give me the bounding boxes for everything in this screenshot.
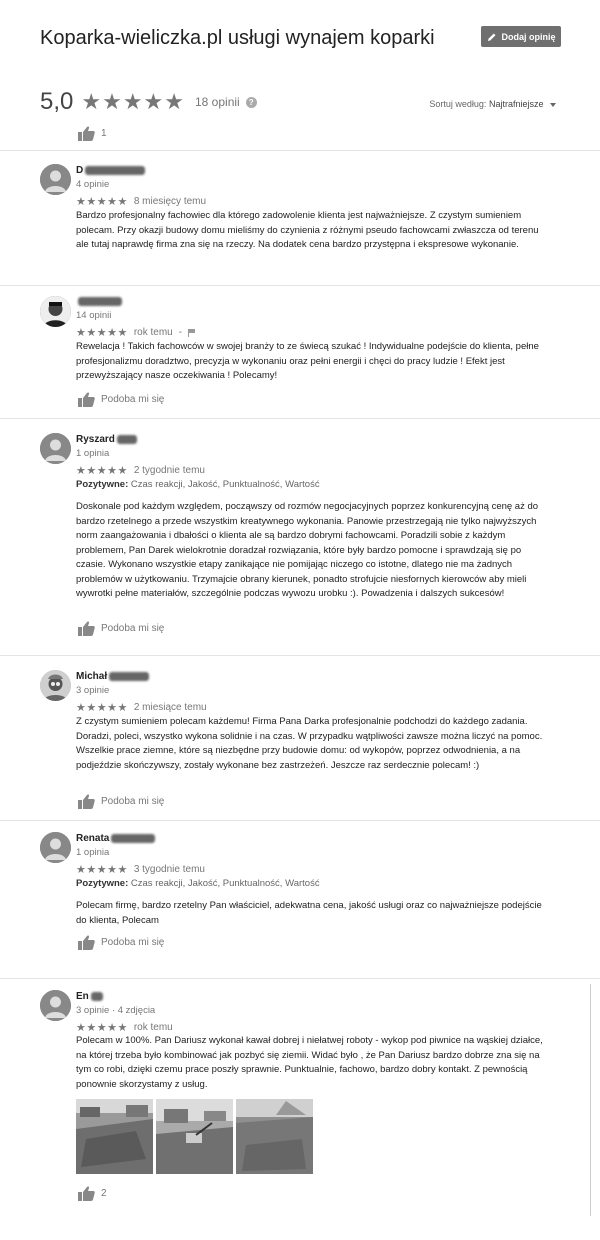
pencil-icon: [487, 33, 495, 41]
like-count: 2: [101, 1188, 107, 1199]
user-photo-icon: [40, 296, 71, 327]
avatar[interactable]: [40, 433, 71, 464]
review-text: Doskonale pod każdym względem, począwszy…: [76, 501, 539, 599]
divider: [0, 978, 600, 979]
redacted-name: [78, 296, 122, 306]
scrollbar-edge: [590, 984, 591, 1216]
user-silhouette-icon: [40, 164, 71, 195]
review-count: 18 opinii: [195, 95, 240, 109]
review-stars: ★★★★★: [76, 1022, 128, 1034]
like-button[interactable]: 1: [78, 126, 107, 141]
redacted-name: [109, 671, 150, 681]
avatar[interactable]: [40, 670, 71, 701]
like-button[interactable]: Podoba mi się: [78, 935, 164, 950]
reviewer-meta: 3 opinie · 4 zdjęcia: [76, 1005, 156, 1016]
review-rating: ★★★★★ 3 tygodnie temu: [76, 863, 205, 876]
like-label: Podoba mi się: [101, 937, 165, 948]
thumbs-up-icon: [78, 621, 95, 636]
divider: [0, 418, 600, 419]
review-stars: ★★★★★: [76, 327, 128, 339]
review-photo[interactable]: [236, 1099, 313, 1174]
sort-value: Najtrafniejsze: [488, 99, 544, 109]
rating-stars: ★★★★★: [81, 89, 185, 114]
add-review-button[interactable]: Dodaj opinię: [481, 26, 561, 47]
redacted-name: [90, 991, 103, 1001]
reviewer-meta: 1 opinia: [76, 847, 110, 858]
add-review-label: Dodaj opinię: [501, 31, 556, 42]
thumbs-up-icon: [78, 794, 95, 809]
reviewer-name[interactable]: Ryszard: [76, 434, 137, 445]
avatar[interactable]: [40, 164, 71, 195]
review-time: rok temu: [133, 327, 173, 338]
reviewer-meta: 1 opinia: [76, 448, 110, 459]
review-text: Z czystym sumieniem polecam każdemu! Fir…: [76, 716, 543, 771]
review-time: 3 tygodnie temu: [133, 864, 205, 875]
reviewer-meta: 3 opinie: [76, 685, 110, 696]
chevron-down-icon: [550, 102, 556, 107]
thumbs-up-icon: [78, 935, 95, 950]
divider: [0, 150, 600, 151]
review-rating: ★★★★★ 8 miesięcy temu: [76, 195, 206, 208]
user-silhouette-icon: [40, 990, 71, 1021]
review-text: Polecam firmę, bardzo rzetelny Pan właśc…: [76, 900, 542, 926]
like-button[interactable]: 2: [78, 1186, 107, 1201]
review-text: Bardzo profesjonalny fachowiec dla które…: [76, 210, 539, 250]
redacted-name: [116, 434, 137, 444]
reviewer-meta: 14 opinii: [76, 310, 112, 321]
avatar[interactable]: [40, 296, 71, 327]
reviewer-name[interactable]: D: [76, 165, 146, 176]
thumbs-up-icon: [78, 126, 95, 141]
like-label: Podoba mi się: [101, 394, 165, 405]
review-time: 8 miesięcy temu: [133, 196, 207, 207]
review-stars: ★★★★★: [76, 465, 128, 477]
like-label: Podoba mi się: [101, 796, 165, 807]
reviewer-meta: 4 opinie: [76, 179, 110, 190]
reviewer-name[interactable]: Renata: [76, 833, 156, 844]
review-time: rok temu: [133, 1022, 173, 1033]
like-count: 1: [101, 128, 107, 139]
divider: [0, 285, 600, 286]
review-stars: ★★★★★: [76, 702, 128, 714]
reviewer-name[interactable]: En: [76, 991, 103, 1002]
like-button[interactable]: Podoba mi się: [78, 621, 164, 636]
review-photos: [76, 1099, 313, 1174]
average-rating: 5,0: [40, 88, 74, 115]
like-label: Podoba mi się: [101, 623, 165, 634]
review-rating: ★★★★★ 2 miesiące temu: [76, 701, 207, 714]
thumbs-up-icon: [78, 1186, 95, 1201]
reviewer-name[interactable]: Michał: [76, 671, 150, 682]
positive-attributes: Pozytywne: Czas reakcji, Jakość, Punktua…: [76, 878, 320, 889]
info-icon[interactable]: ?: [245, 96, 257, 108]
reviewer-name[interactable]: [76, 296, 122, 307]
review-time: 2 tygodnie temu: [133, 465, 205, 476]
review-photo[interactable]: [156, 1099, 233, 1174]
avatar[interactable]: [40, 832, 71, 863]
like-button[interactable]: Podoba mi się: [78, 392, 164, 407]
review-stars: ★★★★★: [76, 864, 128, 876]
user-silhouette-icon: [40, 433, 71, 464]
page-title: Koparka-wieliczka.pl usługi wynajem kopa…: [40, 27, 435, 49]
review-stars: ★★★★★: [76, 196, 128, 208]
sort-label: Sortuj według:: [429, 99, 487, 109]
positive-attributes: Pozytywne: Czas reakcji, Jakość, Punktua…: [76, 479, 320, 490]
review-text: Rewelacja ! Takich fachowców w swojej br…: [76, 341, 539, 381]
divider: [0, 655, 600, 656]
flag-icon[interactable]: [188, 328, 196, 337]
like-button[interactable]: Podoba mi się: [78, 794, 164, 809]
divider: [0, 820, 600, 821]
thumbs-up-icon: [78, 392, 95, 407]
review-rating: ★★★★★ rok temu -: [76, 326, 196, 339]
review-rating: ★★★★★ rok temu: [76, 1021, 173, 1034]
user-silhouette-icon: [40, 832, 71, 863]
review-photo[interactable]: [76, 1099, 153, 1174]
rating-summary: 5,0 ★★★★★ 18 opinii ?: [40, 88, 257, 116]
redacted-name: [85, 165, 146, 175]
redacted-name: [111, 833, 156, 843]
review-time: 2 miesiące temu: [133, 702, 207, 713]
avatar[interactable]: [40, 990, 71, 1021]
review-rating: ★★★★★ 2 tygodnie temu: [76, 464, 205, 477]
sort-dropdown[interactable]: Sortuj według: Najtrafniejsze: [429, 99, 556, 109]
review-text: Polecam w 100%. Pan Dariusz wykonał kawa…: [76, 1035, 543, 1090]
user-photo-icon: [40, 670, 71, 701]
